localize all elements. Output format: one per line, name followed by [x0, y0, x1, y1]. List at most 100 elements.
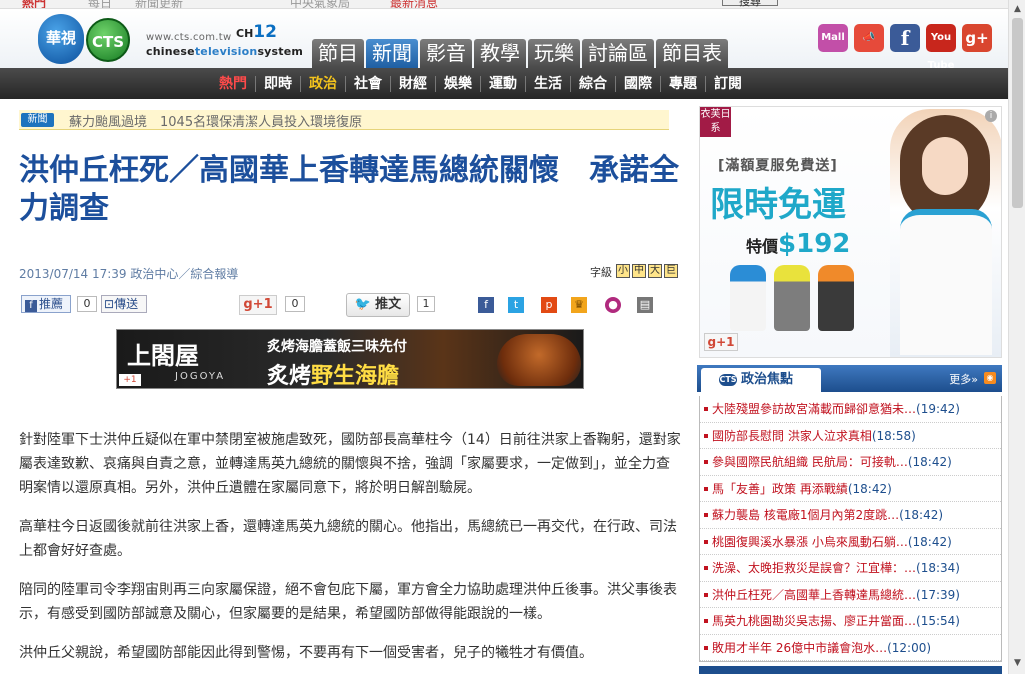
- nav-life[interactable]: 生活: [526, 75, 571, 92]
- ad-price: 特價$192: [746, 229, 851, 259]
- article-meta: 2013/07/14 17:39 政治中心／綜合報導: [19, 267, 239, 281]
- nav-hot[interactable]: 熱門: [211, 75, 256, 92]
- jogoya-banner-ad[interactable]: 上閤屋 JOGOYA 炙烤海膽蓋飯三味先付 炙烤野生海膽 +1: [116, 329, 584, 389]
- comment-icon[interactable]: ●: [605, 297, 621, 313]
- youtube-icon[interactable]: You Tube: [926, 24, 956, 71]
- banner-line2: 炙烤野生海膽: [267, 364, 400, 389]
- scroll-down-arrow-icon[interactable]: ▼: [1011, 656, 1024, 670]
- top-link-daily[interactable]: 每日: [88, 0, 112, 8]
- list-item[interactable]: 洗澡、太晚拒救災是誤會？江宜樺：…(18:34): [700, 555, 1001, 582]
- google-plus-button[interactable]: g+1: [239, 295, 277, 315]
- nav-special[interactable]: 專題: [661, 75, 706, 92]
- send-icon: ⊡: [104, 297, 115, 311]
- list-item[interactable]: 桃園復興溪水暴漲 小烏來風動石躺…(18:42): [700, 529, 1001, 555]
- google-plus-icon: g: [243, 297, 253, 312]
- list-item[interactable]: 馬「友善」政策 再添戰績(18:42): [700, 476, 1001, 502]
- tweet-button[interactable]: 🐦 推文: [346, 293, 410, 317]
- twitter-share-icon[interactable]: t: [508, 297, 524, 313]
- font-size-small-button[interactable]: 小: [616, 264, 630, 278]
- send-button[interactable]: ⊡傳送: [101, 295, 147, 313]
- list-item[interactable]: 參與國際民航組織 民航局：可接軌…(18:42): [700, 449, 1001, 476]
- ad-headline: 限時免運: [710, 185, 846, 225]
- font-size-huge-button[interactable]: 巨: [664, 264, 678, 278]
- article-paragraph: 高華柱今日返國後就前往洪家上香，還轉達馬英九總統的關心。他指出，馬總統已一再交代…: [19, 519, 677, 559]
- article-paragraph: 陪同的陸軍司令李翔宙則再三向家屬保證，絕不會包庇下屬，軍方會全力協助處理洪仲丘後…: [19, 582, 677, 622]
- category-nav: 熱門 即時 政治 社會 財經 娛樂 運動 生活 綜合 國際 專題 訂閱: [0, 68, 1008, 99]
- ad-google-plus-button[interactable]: g+1: [704, 333, 738, 351]
- twitter-bird-icon: 🐦: [354, 297, 372, 312]
- facebook-icon: f: [25, 300, 37, 312]
- google-plus-count: 0: [285, 296, 305, 312]
- banner-brand-en: JOGOYA: [175, 371, 226, 382]
- list-item[interactable]: 蘇力襲島 核電廠1個月內第2度跳…(18:42): [700, 502, 1001, 529]
- huashi-logo[interactable]: 華視: [38, 14, 84, 64]
- tab-fun[interactable]: 玩樂: [528, 39, 580, 68]
- mall-icon[interactable]: Mall: [818, 24, 848, 52]
- ticker-badge: 新聞: [21, 113, 54, 127]
- nav-finance[interactable]: 財經: [391, 75, 436, 92]
- ad-info-icon[interactable]: i: [985, 110, 997, 122]
- cts-mini-icon: CTS: [719, 374, 737, 386]
- top-link-latest[interactable]: 最新消息: [390, 0, 438, 8]
- list-item[interactable]: 馬英九桃園勘災吳志揚、廖正井當面…(15:54): [700, 608, 1001, 635]
- font-size-large-button[interactable]: 大: [648, 264, 662, 278]
- top-link-hot[interactable]: 熱門: [22, 0, 46, 8]
- tab-news[interactable]: 新聞: [366, 39, 418, 68]
- nav-entertainment[interactable]: 娛樂: [436, 75, 481, 92]
- tab-programs[interactable]: 節目: [312, 39, 364, 68]
- tweet-count: 1: [417, 296, 435, 312]
- tab-education[interactable]: 教學: [474, 39, 526, 68]
- list-item[interactable]: 國防部長慰問 洪家人泣求真相(18:58): [700, 423, 1001, 449]
- facebook-icon[interactable]: f: [890, 24, 920, 52]
- tab-schedule[interactable]: 節目表: [656, 39, 728, 68]
- nav-sports[interactable]: 運動: [481, 75, 526, 92]
- nav-general[interactable]: 綜合: [571, 75, 616, 92]
- print-icon[interactable]: ▤: [637, 297, 653, 313]
- fashion-ad[interactable]: 衣芙日系 i [滿額夏服免費送] 限時免運 特價$192 g+1: [699, 106, 1002, 358]
- logo-name: chinesetelevisionsystem: [146, 45, 304, 58]
- banner-brand: 上閤屋: [127, 341, 199, 370]
- cts-logo[interactable]: CTS: [86, 18, 130, 62]
- main-tabs: 節目 新聞 影音 教學 玩樂 討論區 節目表: [312, 39, 728, 68]
- plurk-share-icon[interactable]: p: [541, 297, 557, 313]
- font-size-medium-button[interactable]: 中: [632, 264, 646, 278]
- nav-international[interactable]: 國際: [616, 75, 661, 92]
- tab-video[interactable]: 影音: [420, 39, 472, 68]
- nav-realtime[interactable]: 即時: [256, 75, 301, 92]
- facebook-count: 0: [77, 296, 97, 312]
- scroll-thumb[interactable]: [1012, 18, 1023, 208]
- list-item[interactable]: 洪仲丘枉死／高國華上香轉達馬總統…(17:39): [700, 582, 1001, 608]
- channel-label: CH12: [236, 22, 277, 42]
- ad-promo-text: [滿額夏服免費送]: [718, 158, 838, 174]
- more-link[interactable]: 更多»: [949, 371, 978, 387]
- article-paragraph: 洪仲丘父親說，希望國防部能因此得到警惕，不要再有下一個受害者，兒子的犧牲才有價值…: [19, 645, 593, 661]
- list-item[interactable]: 大陸殘盟參訪故宮滿載而歸卻意猶未…(19:42): [700, 396, 1001, 423]
- megaphone-icon[interactable]: 📣: [854, 24, 884, 52]
- banner-food-image: [497, 334, 581, 386]
- rss-icon[interactable]: ◉: [984, 372, 996, 384]
- trophy-icon[interactable]: ♛: [571, 297, 587, 313]
- tab-forum[interactable]: 討論區: [582, 39, 654, 68]
- top-link-news-update[interactable]: 新聞更新: [135, 0, 183, 8]
- google-plus-icon[interactable]: g+: [962, 24, 992, 52]
- facebook-share-icon[interactable]: f: [478, 297, 494, 313]
- article-headline: 洪仲丘枉死／高國華上香轉達馬總統關懷 承諾全力調查: [19, 153, 679, 226]
- ticker-link[interactable]: 蘇力颱風過境 1045名環保清潔人員投入環境復原: [69, 111, 362, 130]
- nav-politics[interactable]: 政治: [301, 75, 346, 92]
- banner-google-plus-button[interactable]: +1: [119, 374, 141, 386]
- tank-top-image: [774, 265, 810, 331]
- banner-line1: 炙烤海膽蓋飯三味先付: [267, 339, 407, 355]
- search-button[interactable]: 搜尋: [722, 0, 778, 8]
- politics-focus-header: CTS 政治焦點 更多» ◉: [697, 365, 1002, 392]
- facebook-recommend-button[interactable]: f 推薦: [21, 295, 71, 313]
- nav-subscribe[interactable]: 訂閱: [706, 76, 750, 92]
- page-scrollbar[interactable]: ▲ ▼: [1008, 0, 1025, 674]
- news-ticker: 新聞 蘇力颱風過境 1045名環保清潔人員投入環境復原: [19, 110, 669, 130]
- list-item[interactable]: 敗用才半年 26億中市議會泡水…(12:00): [700, 635, 1001, 661]
- politics-focus-tab[interactable]: CTS 政治焦點: [701, 368, 821, 392]
- top-link-weather[interactable]: 中央氣象局: [290, 0, 350, 8]
- politics-focus-list: 大陸殘盟參訪故宮滿載而歸卻意猶未…(19:42) 國防部長慰問 洪家人泣求真相(…: [699, 396, 1002, 662]
- nav-society[interactable]: 社會: [346, 75, 391, 92]
- scroll-up-arrow-icon[interactable]: ▲: [1011, 2, 1024, 16]
- top-strip: 熱門 每日 新聞更新 中央氣象局 最新消息 搜尋: [0, 0, 1008, 9]
